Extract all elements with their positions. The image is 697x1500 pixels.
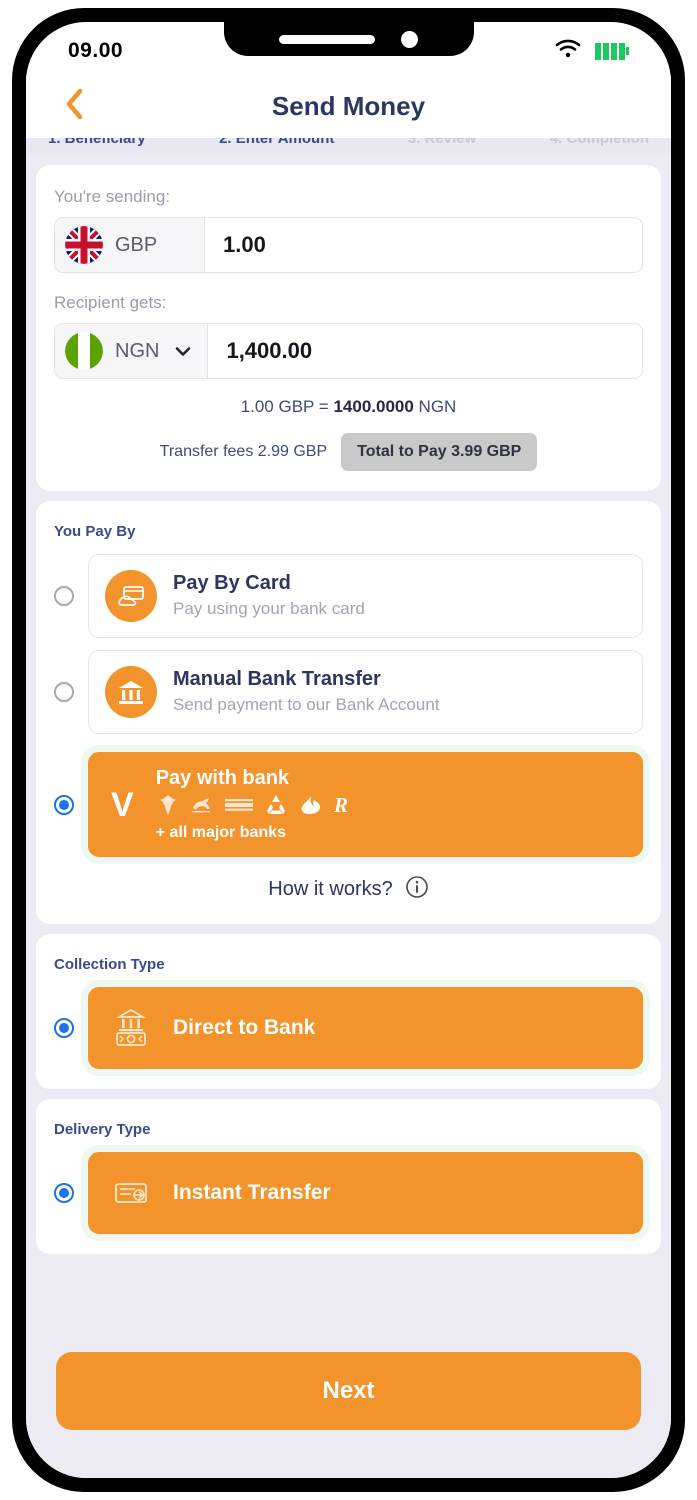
bank-building-icon bbox=[105, 666, 157, 718]
delivery-type-card: Delivery Type Instant Transfer bbox=[36, 1099, 661, 1254]
radio-manual-bank-transfer[interactable] bbox=[54, 682, 74, 702]
phone-screen: 09.00 Send Money 1. Beneficiary 2. Enter… bbox=[26, 22, 671, 1478]
option-row-direct-to-bank: Direct to Bank bbox=[54, 987, 643, 1069]
option-text-instant-transfer: Instant Transfer bbox=[173, 1180, 626, 1206]
pay-by-title: You Pay By bbox=[54, 523, 136, 540]
collection-type-card: Collection Type Direct to Bank bbox=[36, 934, 661, 1089]
send-amount-row: GBP 1.00 bbox=[54, 217, 643, 273]
option-title: Direct to Bank bbox=[173, 1015, 316, 1039]
delivery-type-title: Delivery Type bbox=[54, 1121, 151, 1138]
send-currency-selector[interactable]: GBP bbox=[55, 218, 205, 272]
chevron-down-icon[interactable] bbox=[175, 346, 191, 357]
back-button[interactable] bbox=[54, 86, 94, 126]
radio-direct-to-bank[interactable] bbox=[54, 1018, 74, 1038]
receive-amount-row: NGN 1,400.00 bbox=[54, 323, 643, 379]
instant-transfer-icon bbox=[105, 1167, 157, 1219]
santander-flame-icon bbox=[298, 793, 324, 822]
status-time: 09.00 bbox=[68, 39, 124, 62]
recipient-label: Recipient gets: bbox=[54, 293, 167, 312]
send-currency-code: GBP bbox=[115, 233, 158, 256]
step-enter-amount[interactable]: 2. Enter Amount bbox=[219, 138, 334, 147]
option-row-instant-transfer: Instant Transfer bbox=[54, 1152, 643, 1234]
option-title: Manual Bank Transfer bbox=[173, 668, 381, 691]
notch-speaker bbox=[279, 34, 375, 44]
option-pay-by-card[interactable]: Pay By Card Pay using your bank card bbox=[88, 554, 643, 638]
natwest-icon bbox=[263, 793, 289, 822]
pay-by-card: You Pay By Pay By Card Pay using your ba… bbox=[36, 501, 661, 924]
bank-money-icon bbox=[105, 1002, 157, 1054]
receive-currency-code: NGN bbox=[115, 339, 160, 362]
pay-with-bank-text: Pay with bank R + all major banks bbox=[156, 767, 626, 842]
notch bbox=[223, 22, 474, 56]
option-subtitle: Send payment to our Bank Account bbox=[173, 695, 440, 715]
option-pay-with-bank[interactable]: V Pay with bank R + all major banks bbox=[88, 752, 643, 857]
rate-prefix: 1.00 GBP = bbox=[240, 397, 334, 416]
option-row-pay-with-bank: V Pay with bank R + all major banks bbox=[54, 752, 643, 857]
receive-amount-input[interactable]: 1,400.00 bbox=[208, 324, 642, 378]
amount-card: You're sending: GBP 1.00 Recipient gets:… bbox=[36, 165, 661, 491]
option-row-pay-by-card: Pay By Card Pay using your bank card bbox=[54, 554, 643, 638]
status-icons bbox=[555, 39, 629, 64]
option-title: Pay By Card bbox=[173, 572, 291, 595]
option-manual-bank-transfer[interactable]: Manual Bank Transfer Send payment to our… bbox=[88, 650, 643, 734]
how-it-works-link[interactable]: How it works? bbox=[54, 875, 643, 904]
barclays-eagle-icon bbox=[156, 793, 180, 822]
send-amount-input[interactable]: 1.00 bbox=[205, 218, 642, 272]
progress-stepper: 1. Beneficiary 2. Enter Amount 3. Review… bbox=[26, 138, 671, 155]
revolut-r-icon: R bbox=[333, 793, 353, 822]
option-row-manual-bank-transfer: Manual Bank Transfer Send payment to our… bbox=[54, 650, 643, 734]
option-title: Instant Transfer bbox=[173, 1180, 331, 1204]
notch-camera bbox=[401, 30, 418, 48]
chevron-left-icon bbox=[64, 88, 84, 125]
credit-card-hand-icon bbox=[105, 570, 157, 622]
radio-pay-with-bank[interactable] bbox=[54, 794, 74, 815]
transfer-fees-text: Transfer fees 2.99 GBP bbox=[159, 443, 328, 460]
app-header: Send Money bbox=[26, 74, 671, 138]
how-it-works-text: How it works? bbox=[268, 878, 393, 900]
content-scroll-area[interactable]: 1. Beneficiary 2. Enter Amount 3. Review… bbox=[26, 138, 671, 1478]
lloyds-horse-icon bbox=[189, 794, 215, 821]
radio-instant-transfer[interactable] bbox=[54, 1183, 74, 1203]
option-text-manual-bank-transfer: Manual Bank Transfer Send payment to our… bbox=[173, 667, 626, 716]
bank-logo-strip: R bbox=[156, 793, 626, 821]
step-review[interactable]: 3. Review bbox=[408, 138, 476, 147]
phone-frame: 09.00 Send Money 1. Beneficiary 2. Enter… bbox=[12, 8, 685, 1492]
sending-label: You're sending: bbox=[54, 187, 171, 206]
step-beneficiary[interactable]: 1. Beneficiary bbox=[48, 138, 146, 147]
wifi-icon bbox=[555, 39, 581, 64]
radio-pay-by-card[interactable] bbox=[54, 586, 74, 606]
page-title: Send Money bbox=[271, 90, 426, 121]
uk-flag-icon bbox=[65, 226, 103, 264]
halifax-icon bbox=[224, 795, 254, 820]
rate-suffix: NGN bbox=[413, 397, 457, 416]
next-button[interactable]: Next bbox=[56, 1352, 641, 1430]
option-direct-to-bank[interactable]: Direct to Bank bbox=[88, 987, 643, 1069]
option-instant-transfer[interactable]: Instant Transfer bbox=[88, 1152, 643, 1234]
option-text-pay-by-card: Pay By Card Pay using your bank card bbox=[173, 571, 626, 620]
pay-with-bank-inner: V Pay with bank R + all major banks bbox=[105, 767, 626, 842]
option-text-direct-to-bank: Direct to Bank bbox=[173, 1015, 626, 1041]
collection-type-title: Collection Type bbox=[54, 956, 165, 973]
svg-text:R: R bbox=[333, 793, 348, 817]
exchange-rate-line: 1.00 GBP = 1400.0000 NGN bbox=[54, 397, 643, 417]
receive-currency-selector[interactable]: NGN bbox=[55, 324, 209, 378]
info-icon[interactable] bbox=[405, 875, 429, 904]
nigeria-flag-icon bbox=[65, 332, 103, 370]
battery-icon bbox=[595, 42, 629, 60]
step-completion[interactable]: 4. Completion bbox=[550, 138, 649, 147]
rate-value: 1400.0000 bbox=[333, 397, 414, 416]
pay-with-bank-note: + all major banks bbox=[155, 824, 286, 841]
fees-row: Transfer fees 2.99 GBP Total to Pay 3.99… bbox=[54, 433, 643, 471]
total-to-pay-badge: Total to Pay 3.99 GBP bbox=[341, 433, 538, 471]
option-subtitle: Pay using your bank card bbox=[173, 599, 365, 619]
pay-with-bank-title: Pay with bank bbox=[155, 767, 290, 789]
volt-logo: V bbox=[111, 785, 134, 824]
